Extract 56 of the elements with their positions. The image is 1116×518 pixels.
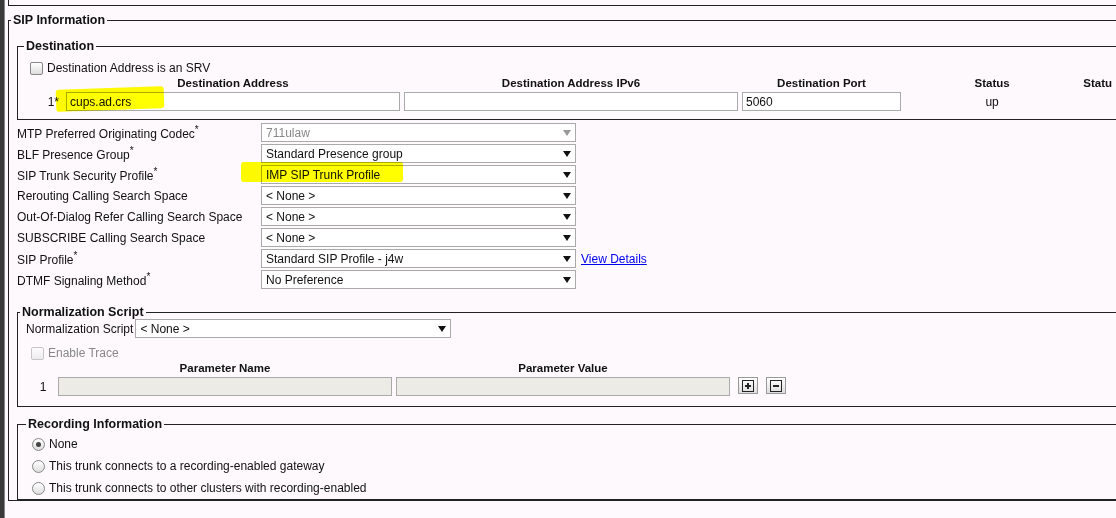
checkbox[interactable] <box>30 61 43 75</box>
column-header: Parameter Name <box>179 362 271 374</box>
field-label: SUBSCRIBE Calling Search Space <box>17 230 207 245</box>
dropdown-caret-icon <box>563 276 571 283</box>
column-header: Destination Address <box>177 77 289 89</box>
dropdown[interactable]: < None > <box>261 186 576 205</box>
section-title: SIP Information <box>12 13 107 27</box>
dropdown-caret-icon <box>563 150 571 157</box>
field-label: DTMF Signaling Method$^{*}$ <box>17 271 152 288</box>
field-label: SIP Trunk Security Profile$^{*}$ <box>17 166 159 183</box>
radio-button[interactable] <box>32 459 45 473</box>
radio-label: This trunk connects to a recording-enabled gateway <box>49 459 325 473</box>
field-label: BLF Presence Group$^{*}$ <box>17 145 135 162</box>
dropdown-caret-icon <box>563 255 571 262</box>
dropdown[interactable]: Standard Presence group <box>261 144 576 163</box>
section-title: Recording Information <box>27 417 164 431</box>
column-header: Statu <box>1083 77 1112 89</box>
radio-button[interactable] <box>32 481 45 495</box>
dropdown-caret-icon <box>563 192 571 199</box>
dropdown[interactable]: Standard SIP Profile - j4w <box>261 249 576 268</box>
port-field[interactable]: 5060 <box>742 92 901 111</box>
remove-button[interactable] <box>766 377 786 394</box>
column-header: Destination Port <box>777 77 866 89</box>
section-title: Normalization Script <box>21 305 145 319</box>
parameter-name-field[interactable] <box>58 377 392 396</box>
row-number: 1 <box>39 379 47 394</box>
dropdown-caret-icon <box>563 171 571 178</box>
dropdown[interactable]: No Preference <box>261 270 576 289</box>
radio-button[interactable] <box>32 437 45 451</box>
column-header: Parameter Value <box>518 362 608 374</box>
dropdown[interactable]: < None > <box>135 319 452 338</box>
field-label: SIP Profile$^{*}$ <box>17 250 79 267</box>
field-label: Out-Of-Dialog Refer Calling Search Space <box>17 209 244 224</box>
dropdown[interactable]: < None > <box>261 207 576 226</box>
field-label: MTP Preferred Originating Codec$^{*}$ <box>17 124 200 141</box>
status-text: up <box>985 94 999 109</box>
dropdown-caret-icon <box>563 213 571 220</box>
dropdown-caret-icon <box>563 234 571 241</box>
section-title: Destination <box>25 39 96 53</box>
dropdown[interactable]: < None > <box>261 228 576 247</box>
plus-icon <box>742 379 754 392</box>
field-label: Normalization Script <box>26 321 134 336</box>
add-button[interactable] <box>738 377 758 394</box>
field-label: Rerouting Calling Search Space <box>17 188 189 203</box>
minus-icon <box>770 379 782 392</box>
dropdown-caret-icon <box>438 325 447 332</box>
checkbox-label: Enable Trace <box>48 346 119 360</box>
parameter-value-field[interactable] <box>396 377 730 396</box>
view-details-link[interactable]: View Details <box>581 251 647 266</box>
ipv6-address-field[interactable] <box>404 92 738 111</box>
dropdown-caret-icon <box>563 129 571 136</box>
checkbox-label: Destination Address is an SRV <box>47 61 211 75</box>
radio-label: None <box>49 437 78 451</box>
column-header: Status <box>974 77 1010 89</box>
radio-label: This trunk connects to other clusters with recording-enabled <box>49 481 367 495</box>
column-header: Destination Address IPv6 <box>501 77 641 89</box>
